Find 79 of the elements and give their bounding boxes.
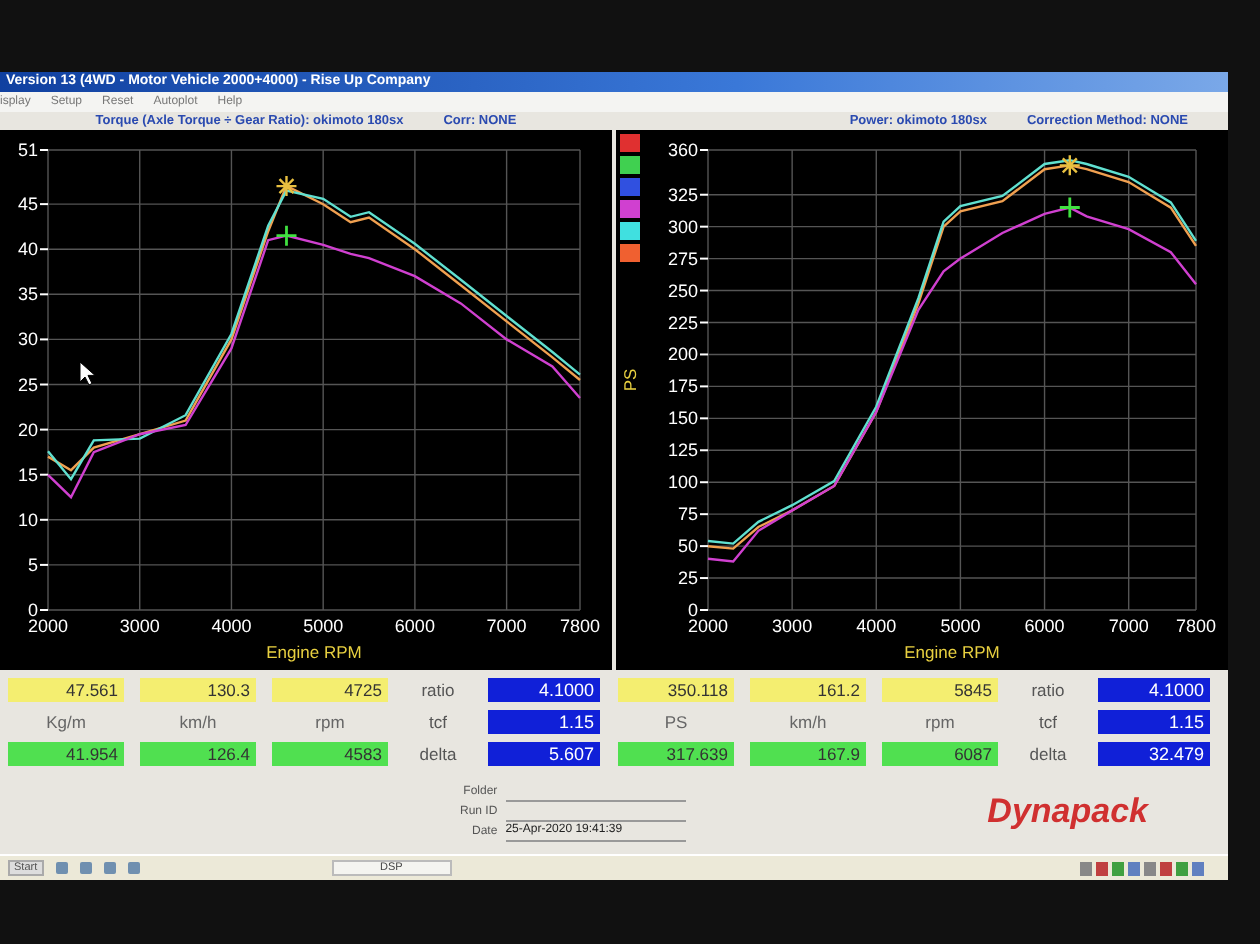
value-field: 41.954 <box>8 742 124 766</box>
unit-label: km/h <box>787 712 829 732</box>
value-field: 317.639 <box>618 742 734 766</box>
axis-tick-label: 25 <box>677 568 698 589</box>
axis-tick-label: 6000 <box>394 616 435 636</box>
axis-tick-label: 7800 <box>559 616 601 636</box>
unit-label: rpm <box>923 712 957 732</box>
axis-tick-label: 175 <box>667 376 698 397</box>
axis-tick-label: 225 <box>667 312 698 333</box>
peak-value: 350.118 <box>618 678 734 702</box>
parameter-value: 4.1000 <box>488 678 600 702</box>
axis-tick-label: 6000 <box>1024 616 1065 636</box>
axis-label: PS <box>620 368 640 392</box>
axis-label: Engine RPM <box>904 642 1000 662</box>
parameter-label: tcf <box>1037 712 1059 732</box>
axis-tick-label: 5000 <box>940 616 981 636</box>
axis-tick-label: 15 <box>17 464 38 485</box>
axis-tick-label: 250 <box>667 280 698 301</box>
axis-tick-label: 25 <box>17 374 38 395</box>
axis-tick-label: 7800 <box>1175 616 1217 636</box>
axis-tick-label: 30 <box>17 329 38 350</box>
parameter-value: 5.607 <box>488 742 600 766</box>
axis-tick-label: 325 <box>667 184 698 205</box>
axis-tick-label: 3000 <box>119 616 160 636</box>
parameter-label: ratio <box>1029 680 1067 700</box>
peak-value: 5845 <box>882 678 998 702</box>
axis-tick-label: 2000 <box>687 616 729 636</box>
axis-tick-label: 45 <box>17 194 38 215</box>
unit-label: Kg/m <box>44 712 88 732</box>
unit-label: rpm <box>313 712 347 732</box>
parameter-label: tcf <box>427 712 449 732</box>
axis-label: Engine RPM <box>266 642 362 662</box>
axis-tick-label: 51 <box>17 140 38 160</box>
axis-tick-label: 125 <box>667 440 698 461</box>
value-field: 4583 <box>272 742 388 766</box>
peak-value: 130.3 <box>140 678 256 702</box>
axis-tick-label: 3000 <box>772 616 813 636</box>
axis-tick-label: 300 <box>667 216 698 237</box>
parameter-label: delta <box>1027 744 1069 764</box>
axis-tick-label: 7000 <box>1108 616 1149 636</box>
axis-tick-label: 100 <box>667 472 698 493</box>
axis-tick-label: 4000 <box>211 616 252 636</box>
cross-marker-icon <box>275 224 298 248</box>
axis-tick-label: 2000 <box>27 616 69 636</box>
peak-value: 47.561 <box>8 678 124 702</box>
parameter-value: 1.15 <box>1098 710 1210 734</box>
axis-tick-label: 75 <box>677 504 698 525</box>
peak-value: 4725 <box>272 678 388 702</box>
axis-tick-label: 150 <box>667 408 698 429</box>
unit-label: PS <box>662 712 690 732</box>
axis-tick-label: 5000 <box>303 616 344 636</box>
axis-tick-label: 275 <box>667 248 698 269</box>
parameter-value: 32.479 <box>1098 742 1210 766</box>
logo: Dynapack <box>987 792 1148 832</box>
axis-tick-label: 40 <box>17 239 38 260</box>
value-field: 126.4 <box>140 742 256 766</box>
star-marker-icon <box>275 174 298 198</box>
axis-tick-label: 10 <box>17 509 38 530</box>
axis-tick-label: 50 <box>677 536 698 557</box>
mouse-cursor-icon <box>79 361 96 386</box>
axis-tick-label: 35 <box>17 284 38 305</box>
parameter-value: 1.15 <box>488 710 600 734</box>
parameter-label: delta <box>417 744 459 764</box>
cross-marker-icon <box>1058 196 1082 219</box>
peak-value: 161.2 <box>750 678 866 702</box>
axis-tick-label: 0 <box>687 600 698 620</box>
parameter-value: 4.1000 <box>1098 678 1210 702</box>
axis-tick-label: 20 <box>17 419 38 440</box>
axis-tick-label: 360 <box>667 140 698 160</box>
unit-label: km/h <box>177 712 219 732</box>
axis-tick-label: 200 <box>667 344 698 365</box>
axis-tick-label: 7000 <box>486 616 527 636</box>
value-field: 167.9 <box>750 742 866 766</box>
value-field: 6087 <box>882 742 998 766</box>
star-marker-icon <box>1058 154 1081 177</box>
axis-tick-label: 0 <box>27 600 38 620</box>
parameter-label: ratio <box>419 680 457 700</box>
axis-tick-label: 5 <box>27 554 38 575</box>
axis-tick-label: 4000 <box>856 616 897 636</box>
